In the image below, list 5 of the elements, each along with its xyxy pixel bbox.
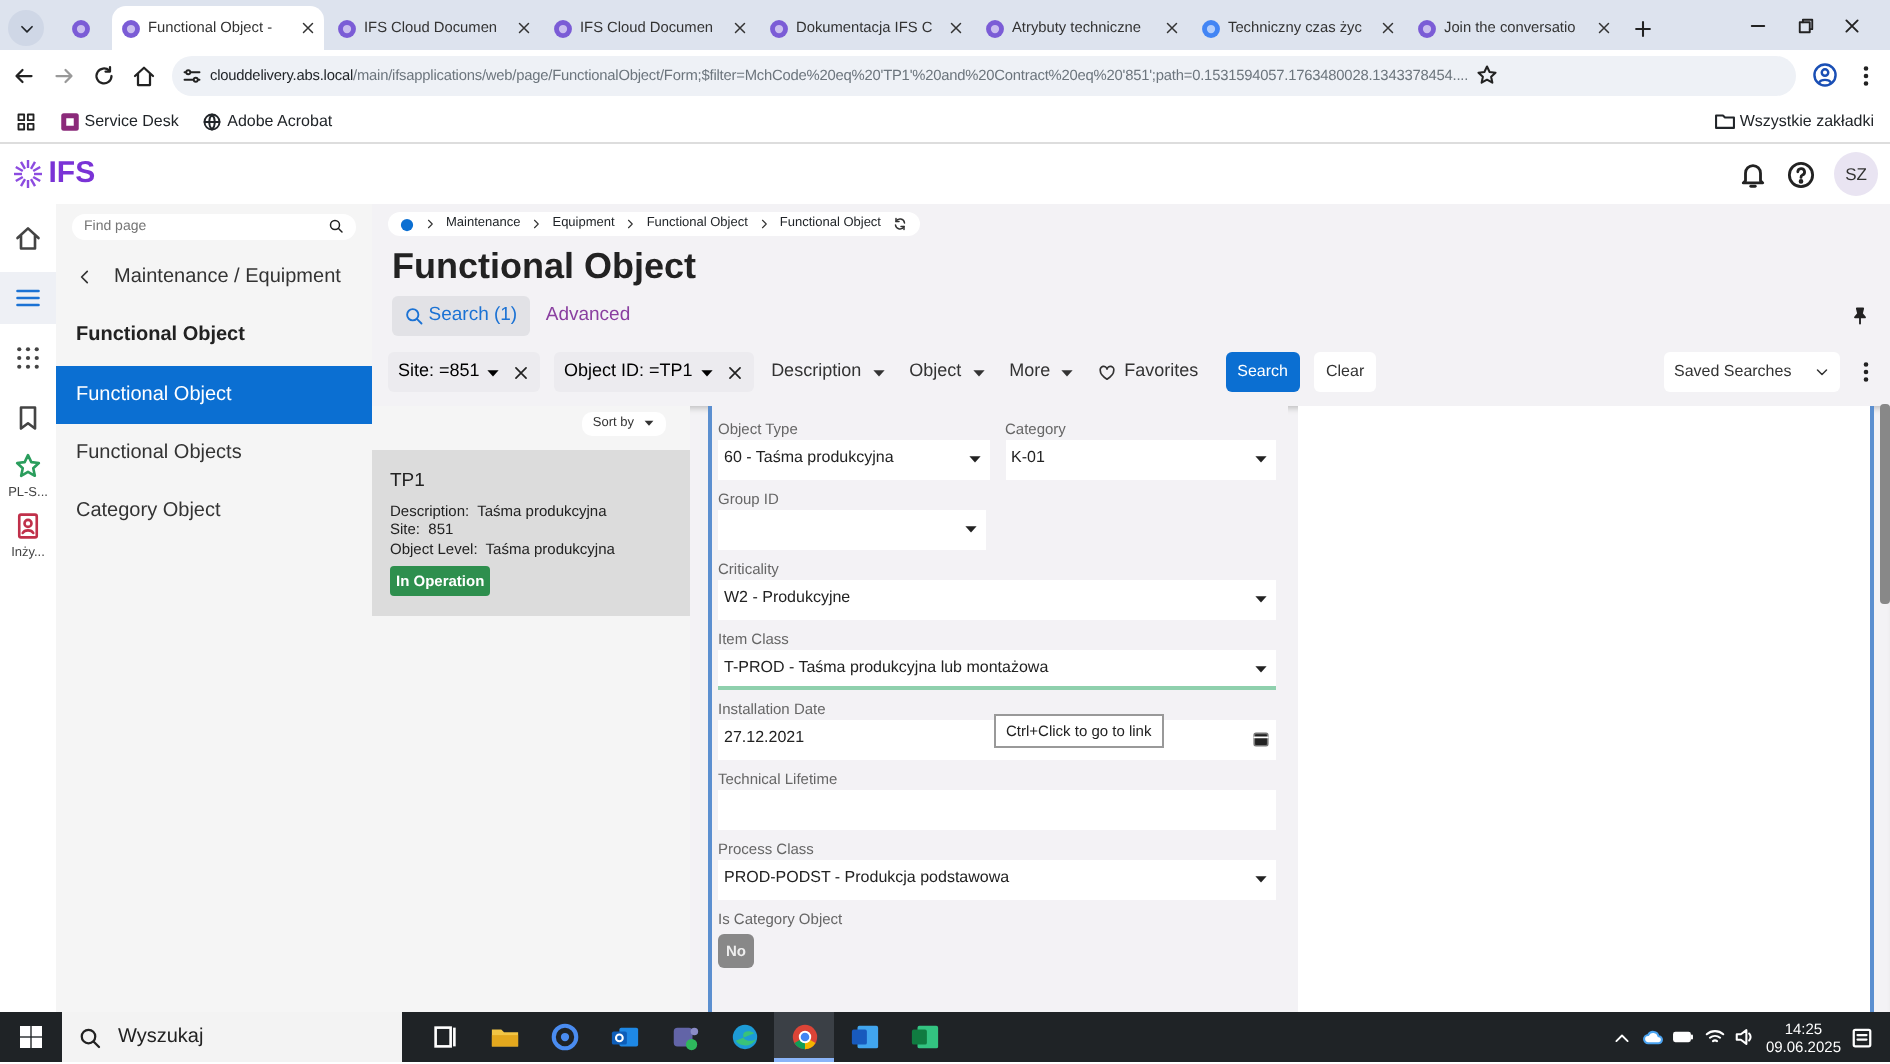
page-title: Functional Object xyxy=(392,248,699,288)
nav-heading: Functional Object xyxy=(74,322,247,350)
record-id: TP1 xyxy=(390,467,427,496)
logo-text: IFS xyxy=(48,153,96,194)
nav-back-label: Maintenance / Equipment xyxy=(114,264,341,292)
